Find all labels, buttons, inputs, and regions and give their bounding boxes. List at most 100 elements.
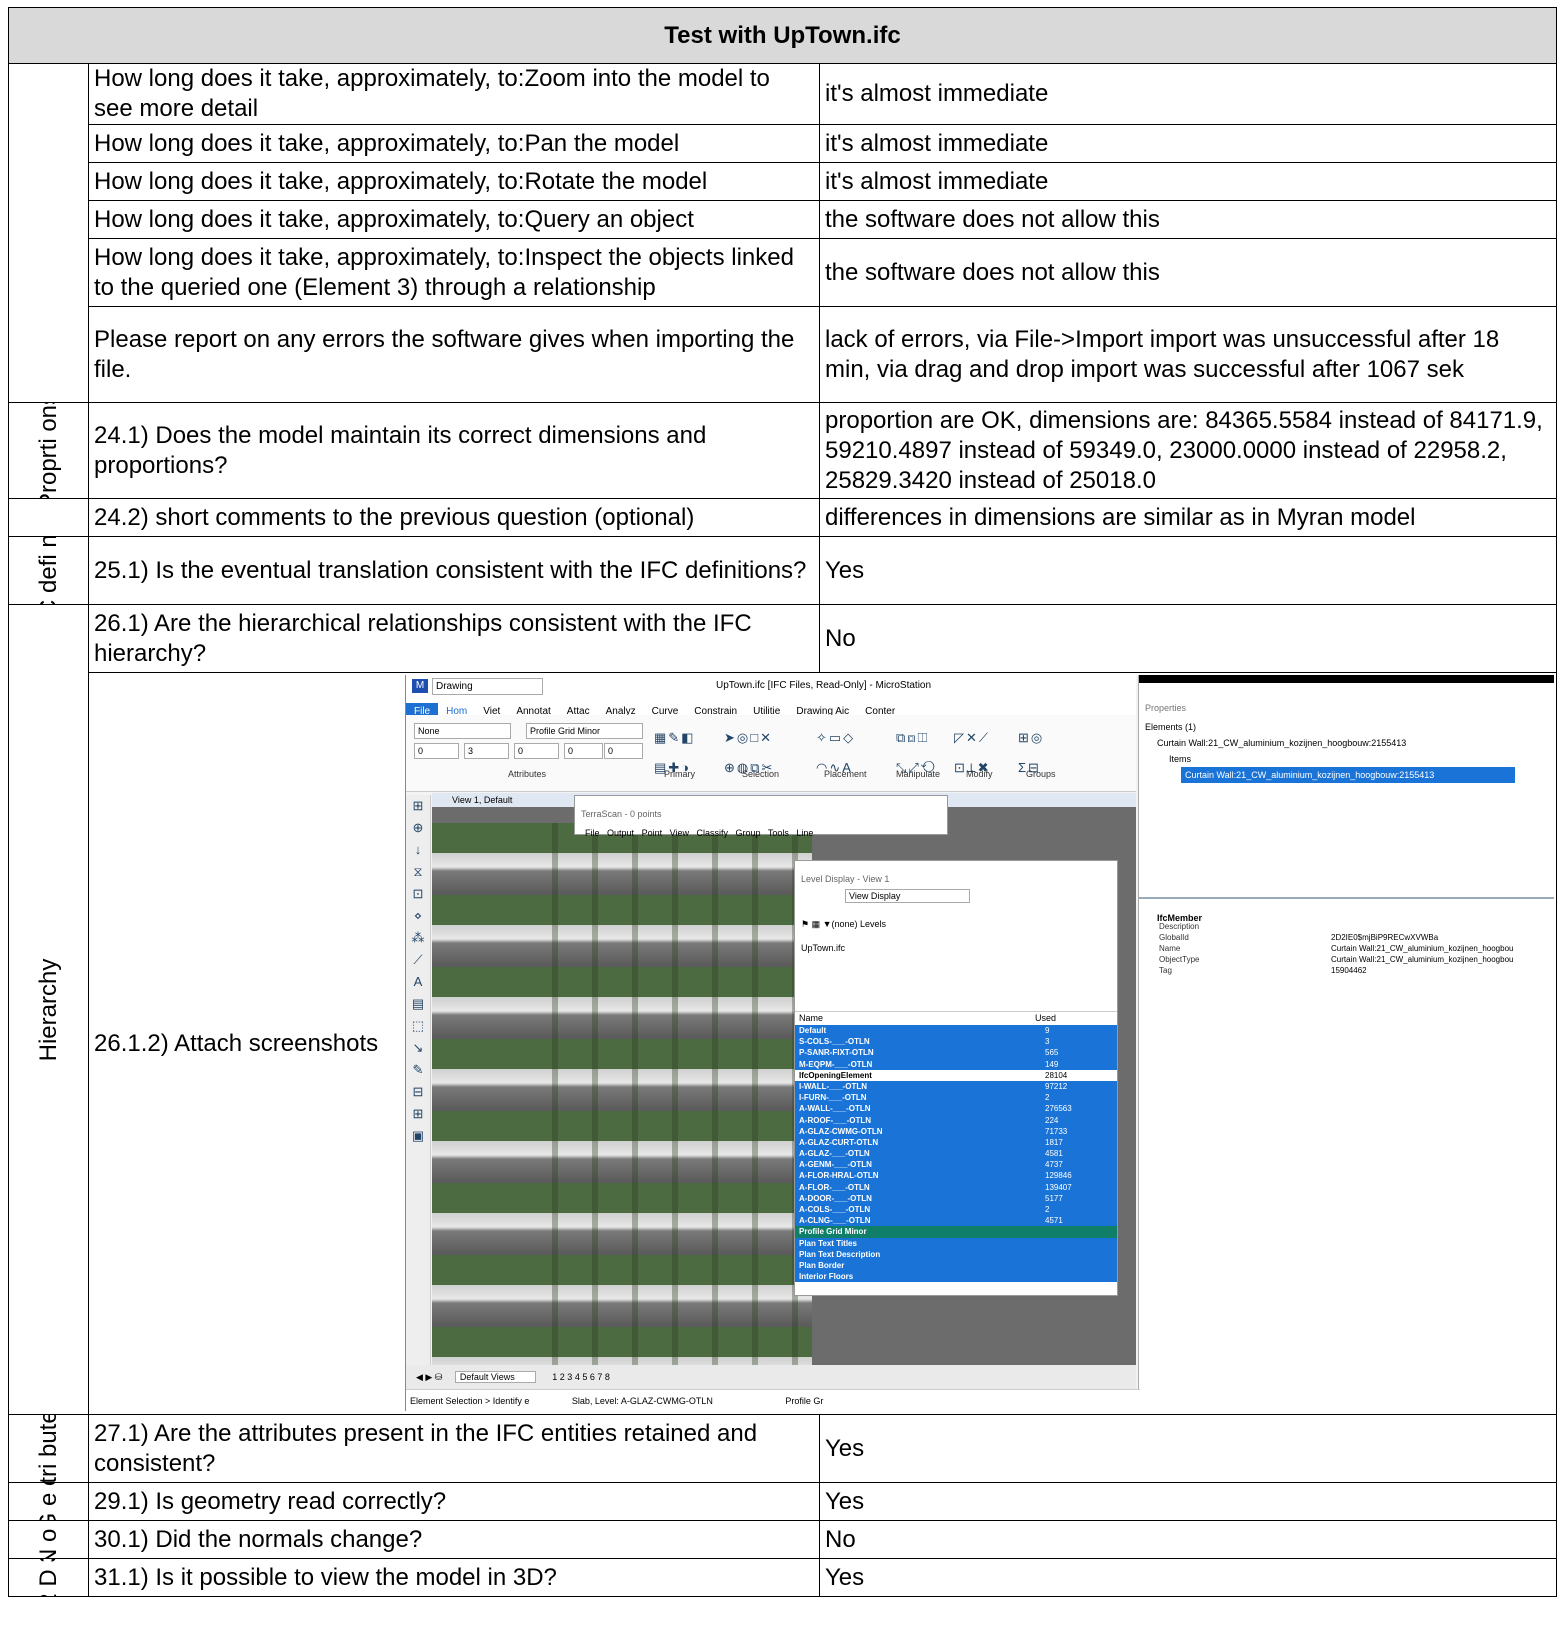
section-geometry: G e o	[8, 1482, 89, 1521]
level-row[interactable]: A-FLOR-___-OTLN 139407	[795, 1181, 1117, 1193]
ribbon: None Profile Grid Minor 0 3 0 0 0 ▦✎◧ ▤✚◑…	[406, 715, 1136, 792]
tree-item[interactable]: Elements (1)	[1145, 719, 1515, 735]
level-row[interactable]: A-ROOF-___-OTLN 224	[795, 1114, 1117, 1126]
level-display-window[interactable]: Level Display - View 1 View Display ⚑ ▦ …	[794, 860, 1118, 1296]
level-row[interactable]: Plan Text Description	[795, 1248, 1117, 1260]
section-label: Attri bute s	[34, 1414, 62, 1483]
section-label: IFC defi nitio	[34, 536, 62, 605]
level-file[interactable]: UpTown.ifc	[801, 933, 845, 963]
level-used: 97212	[1045, 1081, 1068, 1091]
level-row[interactable]: A-CLNG-___-OTLN 4571	[795, 1215, 1117, 1227]
level-row[interactable]: I-WALL-___-OTLN 97212	[795, 1080, 1117, 1093]
ifc-value: Curtain Wall:21_CW_aluminium_kozijnen_ho…	[1331, 955, 1514, 964]
menu-tools[interactable]: Tools	[768, 828, 789, 838]
level-row[interactable]: A-COLS-___-OTLN 2	[795, 1204, 1117, 1216]
ifc-value: 2D2IE0$mjBiP9RECwXVWBa	[1331, 933, 1439, 942]
level-row[interactable]: Plan Border	[795, 1259, 1117, 1272]
ribbon-tabs: File Hom Viet Annotat Attac Analyz Curve Constr…	[406, 697, 1136, 723]
views-select[interactable]: Default Views	[454, 1371, 536, 1383]
level-used: 129846	[1045, 1171, 1072, 1181]
section-label: Proprti ons	[34, 402, 62, 499]
menu-line[interactable]: Line	[796, 828, 813, 838]
level-name: Default	[799, 1026, 827, 1035]
answer-cell: No	[818, 604, 1558, 673]
section-normals: N o r	[8, 1520, 89, 1559]
level-name: S-COLS-___-OTLN	[799, 1037, 870, 1047]
tree-item[interactable]: Curtain Wall:21_CW_aluminium_kozijnen_ho…	[1145, 735, 1515, 751]
tree-item[interactable]: Items	[1145, 751, 1515, 767]
question-cell: 24.1) Does the model maintain its correc…	[88, 402, 820, 499]
level-row[interactable]: A-GLAZ-CURT-OTLN 1817	[795, 1136, 1117, 1149]
status-template: Profile Gr	[785, 1396, 824, 1406]
level-row[interactable]: A-FLOR-HRAL-OTLN 129846	[795, 1170, 1117, 1182]
level-name: A-COLS-___-OTLN	[799, 1205, 871, 1214]
transparency-select[interactable]: 0	[564, 743, 603, 759]
level-row[interactable]: M-EQPM-___-OTLN 149	[795, 1058, 1117, 1070]
menu-view[interactable]: View	[670, 828, 689, 838]
level-row[interactable]: A-GENM-___-OTLN 4737	[795, 1159, 1117, 1171]
level-name: I-WALL-___-OTLN	[799, 1081, 867, 1091]
filter-select[interactable]: (none)	[831, 919, 857, 929]
level-row[interactable]: Interior Floors	[795, 1271, 1117, 1283]
view-toolbar[interactable]: ◀ ▶ ⛁ Default Views 1 2 3 4 5 6 7 8	[406, 1365, 1136, 1389]
section-proportions: Proprti ons	[8, 402, 89, 499]
level-used: 149	[1045, 1059, 1059, 1069]
level-used: 565	[1045, 1048, 1059, 1058]
menu-group[interactable]: Group	[736, 828, 761, 838]
question-cell: 26.1.2) Attach screenshots	[94, 1030, 379, 1057]
answer-cell: differences in dimensions are similar as…	[818, 498, 1558, 537]
ifc-key: Description	[1159, 922, 1200, 931]
menu-output[interactable]: Output	[607, 828, 634, 838]
question-cell: 26.1) Are the hierarchical relationships…	[88, 604, 820, 673]
level-row[interactable]: A-GLAZ-___-OTLN 4581	[795, 1148, 1117, 1160]
answer-cell: it's almost immediate	[818, 162, 1558, 201]
ifc-keys: Description GlobalId Name ObjectType Tag	[1159, 921, 1199, 976]
group-label: Placement	[824, 769, 867, 779]
level-row[interactable]: S-COLS-___-OTLN 3	[795, 1036, 1117, 1048]
template-select[interactable]: Profile Grid Minor	[526, 723, 643, 739]
level-name: A-GLAZ-___-OTLN	[799, 1149, 870, 1159]
level-used: 224	[1045, 1115, 1059, 1125]
level-row[interactable]: A-GLAZ-CWMG-OTLN 71733	[795, 1125, 1117, 1137]
attached-screenshot: M Drawing UpTown.ifc [IFC Files, Read-On…	[405, 675, 1554, 1411]
priority-select[interactable]: 0	[604, 743, 643, 759]
element-tree[interactable]: Elements (1) Curtain Wall:21_CW_aluminiu…	[1145, 719, 1515, 783]
weight-select[interactable]: 3	[464, 743, 509, 759]
level-used: 4581	[1045, 1149, 1063, 1159]
level-row[interactable]: A-WALL-___-OTLN 276563	[795, 1103, 1117, 1115]
level-select[interactable]: None	[414, 723, 511, 739]
menu-point[interactable]: Point	[642, 828, 663, 838]
level-row[interactable]: IfcOpeningElement 28104	[795, 1069, 1117, 1081]
workspace-select[interactable]: Drawing	[432, 678, 543, 695]
style-select[interactable]: 0	[514, 743, 559, 759]
ifc-attributes: IfcMember Description GlobalId Name Obje…	[1139, 897, 1554, 979]
levels-select[interactable]: Levels	[860, 919, 886, 929]
view-display-select[interactable]: View Display	[845, 889, 970, 903]
level-row[interactable]: I-FURN-___-OTLN 2	[795, 1092, 1117, 1104]
menu-classify[interactable]: Classify	[696, 828, 728, 838]
question-cell: 24.2) short comments to the previous que…	[88, 498, 820, 537]
level-name: A-ROOF-___-OTLN	[799, 1115, 871, 1125]
window-title: UpTown.ifc [IFC Files, Read-Only] - Micr…	[716, 680, 932, 691]
table-title: Test with UpTown.ifc	[7, 7, 1558, 64]
tree-item-selected[interactable]: Curtain Wall:21_CW_aluminium_kozijnen_ho…	[1181, 767, 1515, 783]
level-name: IfcOpeningElement	[799, 1070, 872, 1080]
color-select[interactable]: 0	[414, 743, 459, 759]
question-cell: 27.1) Are the attributes present in the …	[88, 1414, 820, 1483]
section-label: Hierarchy	[34, 958, 62, 1061]
level-row[interactable]: Default 9	[795, 1025, 1117, 1037]
nav-icons[interactable]: ◀ ▶ ⛁	[416, 1372, 442, 1382]
level-name: Interior Floors	[799, 1272, 854, 1282]
level-row[interactable]: P-SANR-FIXT-OTLN 565	[795, 1047, 1117, 1059]
level-used: 276563	[1045, 1104, 1072, 1114]
level-used: 139407	[1045, 1182, 1072, 1192]
terrascan-window[interactable]: TerraScan - 0 points File Output Point V…	[574, 795, 948, 838]
level-row[interactable]: A-DOOR-___-OTLN 5177	[795, 1192, 1117, 1204]
terrascan-menu[interactable]: File Output Point View Classify Group To…	[585, 818, 813, 848]
menu-file[interactable]: File	[585, 828, 600, 838]
level-row[interactable]: Profile Grid Minor	[795, 1226, 1117, 1238]
view-number-buttons[interactable]: 1 2 3 4 5 6 7 8	[552, 1372, 610, 1382]
level-row[interactable]: Plan Text Titles	[795, 1237, 1117, 1249]
level-name: Plan Text Description	[799, 1249, 881, 1259]
tool-palette[interactable]: ⊞ ⊕ ↓ ⧖ ⊡ ⋄ ⁂ ⟋ A ▤ ⬚ ↘ ✎ ⊟ ⊞ ▣	[406, 795, 431, 1395]
